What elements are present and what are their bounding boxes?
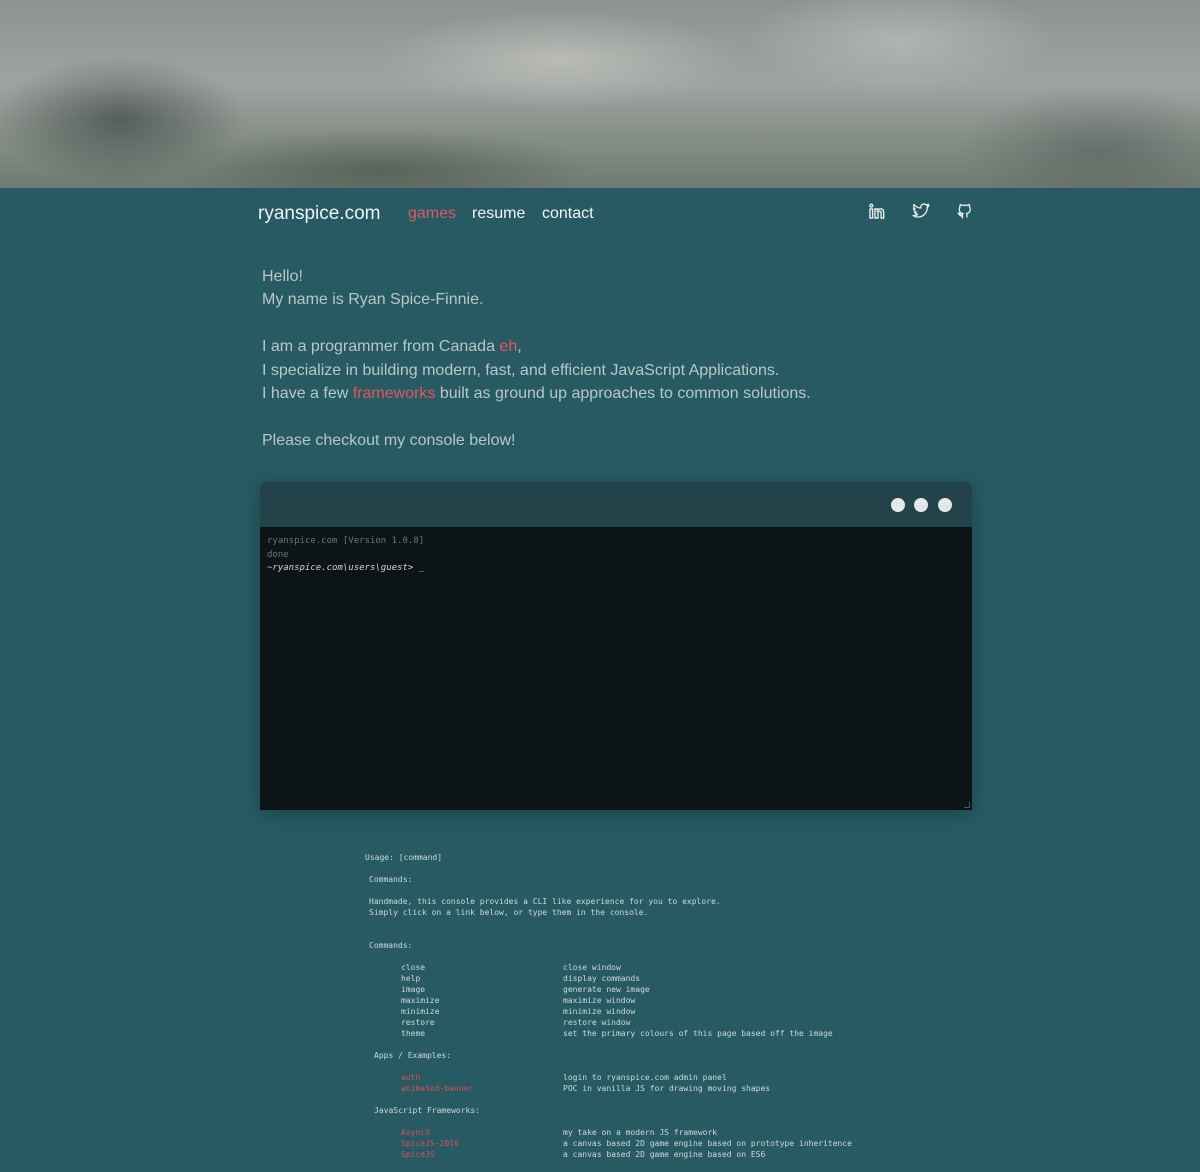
app-desc: login to ryanspice.com admin panel [563,1073,727,1082]
commands-heading: Commands: [369,875,413,884]
frameworks-heading: JavaScript Frameworks: [374,1106,480,1115]
nav-link-resume[interactable]: resume [472,205,525,223]
framework-link[interactable]: SpiceJS-2016 [401,1138,459,1149]
github-icon[interactable] [956,202,974,220]
command-row: maximize maximize window [365,995,885,1006]
command-row: restore restore window [365,1017,885,1028]
site-brand[interactable]: ryanspice.com [258,203,381,225]
intro-text: Hello! My name is Ryan Spice-Finnie. I a… [262,265,962,452]
app-link[interactable]: animated-banner [401,1083,473,1094]
command-row: image generate new image [365,984,885,995]
minimize-dot-button[interactable] [891,498,905,512]
console-status: done [267,549,289,560]
intro-frameworks-pre: I have a few [262,385,353,403]
app-row: auth login to ryanspice.com admin panel [365,1072,885,1083]
command-desc: minimize window [563,1007,636,1016]
nav-link-contact[interactable]: contact [542,205,594,223]
console-prompt-line[interactable]: ~ryanspice.com\users\guest> _ [267,562,965,576]
app-link[interactable]: auth [401,1072,420,1083]
console-titlebar[interactable] [260,482,972,527]
command-row: theme set the primary colours of this pag… [365,1028,885,1039]
console-output[interactable]: ryanspice.com [Version 1.0.8] done ~ryan… [260,527,972,810]
command-desc: set the primary colours of this page bas… [563,1029,833,1038]
apps-heading: Apps / Examples: [374,1051,452,1060]
framework-row: SpiceJS a canvas based 2D game engine bas… [365,1149,885,1160]
framework-desc: a canvas based 2D game engine based on p… [563,1139,852,1148]
framework-desc: a canvas based 2D game engine based on E… [563,1150,766,1159]
command-name[interactable]: image [401,984,425,995]
command-name[interactable]: theme [401,1028,425,1039]
help-description-1: Handmade, this console provides a CLI li… [369,897,721,906]
command-row: close close window [365,962,885,973]
command-desc: restore window [563,1018,631,1027]
help-description-2: Simply click on a link below, or type th… [369,908,649,917]
command-name[interactable]: help [401,973,420,984]
framework-row: SpiceJS-2016 a canvas based 2D game engin… [365,1138,885,1149]
command-name[interactable]: maximize [401,995,440,1006]
intro-cta: Please checkout my console below! [262,431,516,449]
command-desc: generate new image [563,985,650,994]
command-desc: maximize window [563,996,636,1005]
navbar: ryanspice.com games resume contact [258,198,974,232]
frameworks-link[interactable]: frameworks [353,385,436,402]
console-cursor[interactable]: _ [419,563,424,573]
intro-greeting: Hello! [262,268,303,285]
linkedin-icon[interactable] [868,202,886,220]
help-panel: Usage: [command] Commands: Handmade, thi… [365,852,885,1160]
intro-frameworks: I have a few frameworks built as ground … [262,382,962,405]
console-prompt: ~ryanspice.com\users\guest> [267,563,414,573]
maximize-dot-button[interactable] [914,498,928,512]
twitter-icon[interactable] [912,202,930,220]
command-desc: close window [563,963,621,972]
app-desc: POC in vanilla JS for drawing moving sha… [563,1084,771,1093]
command-row: help display commands [365,973,885,984]
command-name[interactable]: close [401,962,425,973]
console-window[interactable]: ryanspice.com [Version 1.0.8] done ~ryan… [260,482,972,810]
resize-grip-icon[interactable] [964,802,970,808]
command-name[interactable]: minimize [401,1006,440,1017]
eh-link[interactable]: eh [499,338,517,355]
command-desc: display commands [563,974,641,983]
framework-link[interactable]: SpiceJS [401,1149,435,1160]
commands-heading-2: Commands: [369,941,413,950]
framework-link[interactable]: AsyncX [401,1127,430,1138]
command-row: minimize minimize window [365,1006,885,1017]
usage-line: Usage: [command] [365,853,443,862]
intro-specialty: I specialize in building modern, fast, a… [262,361,780,379]
framework-desc: my take on a modern JS framework [563,1128,718,1137]
console-version: ryanspice.com [Version 1.0.8] [267,536,425,546]
intro-location-text: I am a programmer from Canada [262,338,500,356]
intro-name: My name is Ryan Spice-Finnie. [262,291,484,309]
intro-frameworks-post: built as ground up approaches to common … [435,385,811,403]
framework-row: AsyncX my take on a modern JS framework [365,1127,885,1138]
close-dot-button[interactable] [938,498,952,512]
hero-banner-image [0,0,1200,188]
intro-location: I am a programmer from Canada eh, [262,335,962,358]
intro-location-comma: , [517,338,522,356]
command-name[interactable]: restore [401,1017,435,1028]
app-row: animated-banner POC in vanilla JS for dra… [365,1083,885,1094]
nav-link-games[interactable]: games [408,205,456,223]
